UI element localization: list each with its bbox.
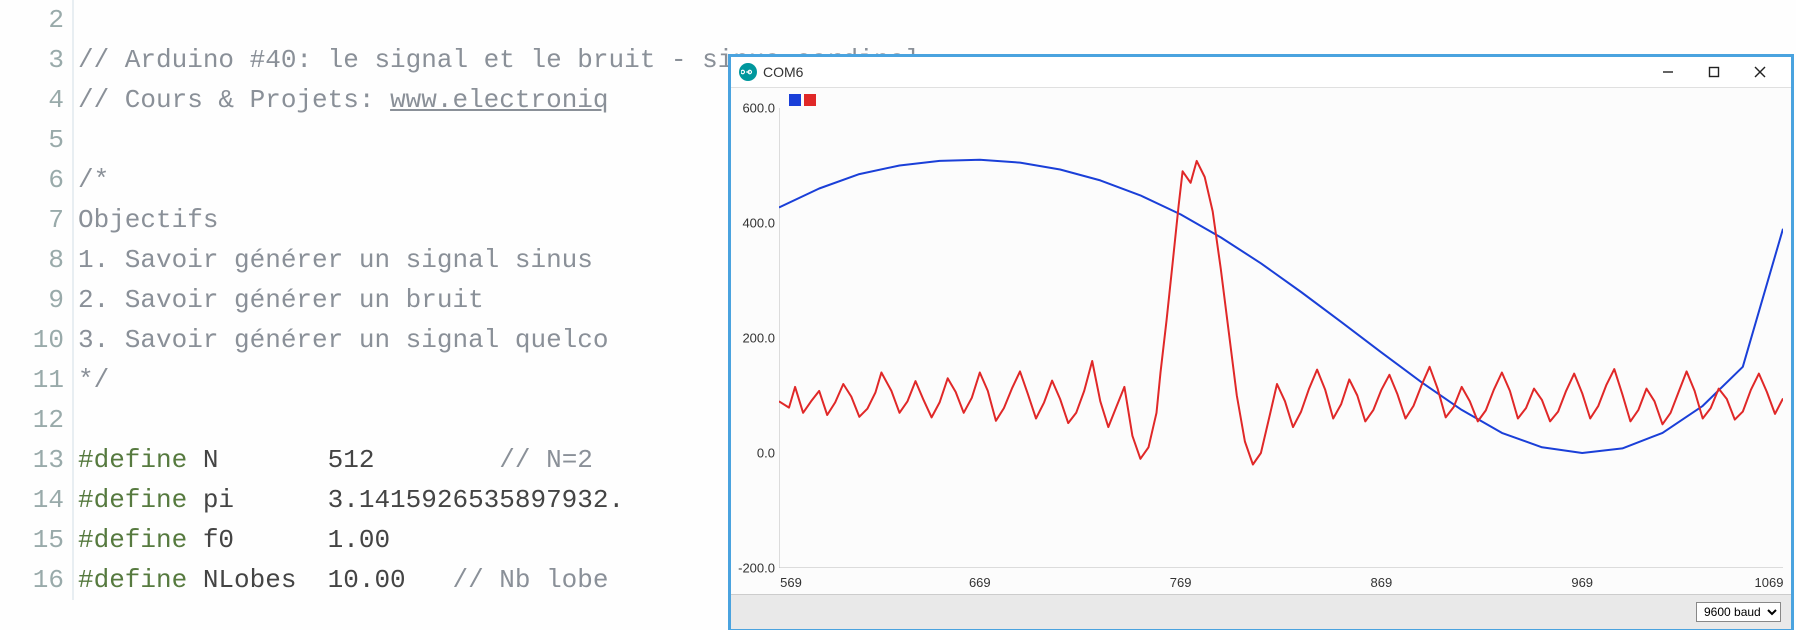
code-content[interactable]: #define pi 3.1415926535897932.	[74, 485, 624, 515]
window-controls	[1645, 57, 1783, 87]
series-line	[779, 160, 1783, 453]
minimize-button[interactable]	[1645, 57, 1691, 87]
line-number: 7	[0, 205, 72, 235]
code-content[interactable]: Objectifs	[74, 205, 218, 235]
code-token: #define	[78, 525, 187, 555]
gutter-divider	[72, 120, 74, 160]
serial-plotter-window: COM6 -200.0 0.0 200.0 400.0 600.0 569 669 769 8…	[728, 54, 1794, 630]
x-axis: 569 669 769 869 969 1069	[779, 572, 1783, 590]
code-content[interactable]: #define f0 1.00	[74, 525, 390, 555]
plotter-bottom-bar: 9600 baud	[731, 594, 1791, 629]
close-button[interactable]	[1737, 57, 1783, 87]
code-token: 1. Savoir générer un signal sinus	[78, 245, 609, 275]
x-tick-label: 569	[780, 575, 802, 590]
baud-select[interactable]: 9600 baud	[1696, 602, 1781, 622]
x-tick-label: 869	[1371, 575, 1393, 590]
y-tick-label: 600.0	[742, 101, 775, 116]
y-tick-label: 0.0	[757, 446, 775, 461]
code-content[interactable]: /*	[74, 165, 109, 195]
gutter-divider	[72, 0, 74, 40]
line-number: 10	[0, 325, 72, 355]
code-content[interactable]: */	[74, 365, 109, 395]
x-tick-label: 669	[969, 575, 991, 590]
code-token: 3. Savoir générer un signal quelco	[78, 325, 609, 355]
code-content[interactable]: 3. Savoir générer un signal quelco	[74, 325, 609, 355]
code-token: #define	[78, 565, 187, 595]
legend-swatch	[789, 94, 801, 106]
code-token: 2. Savoir générer un bruit	[78, 285, 484, 315]
y-tick-label: 200.0	[742, 331, 775, 346]
line-number: 12	[0, 405, 72, 435]
code-content[interactable]: #define N 512 // N=2	[74, 445, 593, 475]
code-token: #define	[78, 485, 187, 515]
code-token: // N=2	[499, 445, 593, 475]
x-tick-label: 969	[1571, 575, 1593, 590]
code-token: N 512	[187, 445, 499, 475]
code-token: // Cours & Projets:	[78, 85, 390, 115]
x-tick-label: 1069	[1755, 575, 1784, 590]
x-tick-label: 769	[1170, 575, 1192, 590]
y-axis: -200.00.0200.0400.0600.0	[731, 108, 779, 568]
code-content[interactable]: // Cours & Projets: www.electroniq	[74, 85, 609, 115]
y-tick-label: 400.0	[742, 216, 775, 231]
code-content[interactable]: #define NLobes 10.00 // Nb lobe	[74, 565, 609, 595]
maximize-button[interactable]	[1691, 57, 1737, 87]
code-token: #define	[78, 445, 187, 475]
plot-area: -200.0 0.0 200.0 400.0 600.0 569 669 769 869 969…	[731, 88, 1791, 594]
line-number: 8	[0, 245, 72, 275]
line-number: 2	[0, 5, 72, 35]
code-token: f0 1.00	[187, 525, 390, 555]
code-token: Objectifs	[78, 205, 218, 235]
code-token: */	[78, 365, 109, 395]
code-token: NLobes 10.00	[187, 565, 452, 595]
gutter-divider	[72, 400, 74, 440]
code-line[interactable]: 2	[0, 0, 1796, 40]
code-content[interactable]: 1. Savoir générer un signal sinus	[74, 245, 609, 275]
line-number: 11	[0, 365, 72, 395]
line-number: 6	[0, 165, 72, 195]
chart-canvas	[779, 108, 1783, 568]
line-number: 16	[0, 565, 72, 595]
line-number: 14	[0, 485, 72, 515]
legend	[789, 94, 816, 106]
code-content[interactable]: 2. Savoir générer un bruit	[74, 285, 484, 315]
code-token: /*	[78, 165, 109, 195]
arduino-infinity-icon	[739, 63, 757, 81]
line-number: 15	[0, 525, 72, 555]
line-number: 3	[0, 45, 72, 75]
legend-swatch	[804, 94, 816, 106]
code-token: // Nb lobe	[452, 565, 608, 595]
line-number: 5	[0, 125, 72, 155]
titlebar[interactable]: COM6	[731, 57, 1791, 88]
y-tick-label: -200.0	[738, 561, 775, 576]
line-number: 4	[0, 85, 72, 115]
line-number: 9	[0, 285, 72, 315]
line-number: 13	[0, 445, 72, 475]
window-title: COM6	[763, 64, 803, 80]
series-line	[779, 161, 1783, 465]
code-token: pi 3.1415926535897932.	[187, 485, 624, 515]
code-token: www.electroniq	[390, 85, 608, 115]
